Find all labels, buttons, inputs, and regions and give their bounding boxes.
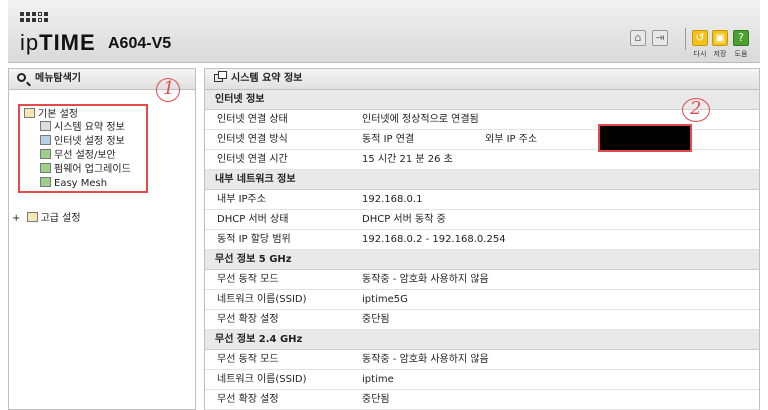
external-ip-label: 외부 IP 주소 [485, 134, 538, 145]
system-summary-header: 시스템 요약 정보 [205, 69, 759, 90]
row-label: 내부 IP주소 [217, 194, 266, 205]
annotation-box-1 [18, 104, 148, 193]
model-name: A604-V5 [108, 35, 172, 52]
table-row: DHCP 서버 상태 DHCP 서버 동작 중 [205, 210, 759, 230]
row-label: DHCP 서버 상태 [217, 214, 289, 225]
help-label: 도움 [734, 50, 748, 58]
toolbar-separator [685, 28, 686, 50]
tree-advanced-settings[interactable]: + 고급 설정 [12, 212, 81, 225]
row-value: iptime [362, 374, 394, 385]
section-wifi-24ghz: 무선 정보 2.4 GHz [205, 330, 759, 350]
table-row: 무선 동작 모드 동작중 - 암호화 사용하지 않음 [205, 270, 759, 290]
save-icon[interactable]: ▣ [712, 30, 728, 46]
brand-logo: ipTIME [20, 30, 96, 55]
table-row: 동적 IP 할당 범위 192.168.0.2 - 192.168.0.254 [205, 230, 759, 250]
row-label: 무선 동작 모드 [217, 274, 279, 285]
row-value: 동작중 - 암호화 사용하지 않음 [362, 354, 489, 365]
row-label: 인터넷 연결 방식 [217, 134, 288, 145]
row-value: 중단됨 [362, 394, 390, 405]
row-value: 15 시간 21 분 26 초 [362, 154, 453, 165]
expand-icon[interactable]: + [12, 213, 20, 224]
annotation-number-1: 1 [163, 78, 175, 99]
row-label: 인터넷 연결 상태 [217, 114, 288, 125]
table-row: 내부 IP주소 192.168.0.1 [205, 190, 759, 210]
row-value: 인터넷에 정상적으로 연결됨 [362, 114, 479, 125]
row-value: 동작중 - 암호화 사용하지 않음 [362, 274, 489, 285]
brand-dots [20, 12, 48, 22]
system-summary-title: 시스템 요약 정보 [231, 73, 303, 84]
row-label: 네트워크 이름(SSID) [217, 374, 307, 385]
row-value: iptime5G [362, 294, 408, 305]
menu-explorer-title: 메뉴탐색기 [35, 73, 81, 84]
logout-icon[interactable]: ⇥ [652, 30, 668, 46]
row-value: DHCP 서버 동작 중 [362, 214, 446, 225]
window-icon [214, 71, 227, 82]
home-icon[interactable]: ⌂ [630, 30, 646, 46]
section-lan: 내부 네트워크 정보 [205, 170, 759, 190]
row-label: 무선 확장 설정 [217, 314, 279, 325]
router-header: ipTIME A604-V5 ⌂ ⇥ ↺ 다시 ▣ 저장 ? 도움 [8, 0, 760, 63]
table-row: 무선 확장 설정 중단됨 [205, 310, 759, 330]
row-label: 동적 IP 할당 범위 [217, 234, 291, 245]
help-icon[interactable]: ? [733, 30, 749, 46]
row-value: 192.168.0.1 [362, 194, 423, 205]
table-row: 무선 확장 설정 중단됨 [205, 390, 759, 410]
row-value: 동적 IP 연결 [362, 134, 415, 145]
row-value: 중단됨 [362, 314, 390, 325]
table-row: 무선 동작 모드 동작중 - 암호화 사용하지 않음 [205, 350, 759, 370]
row-label: 무선 동작 모드 [217, 354, 279, 365]
row-label: 인터넷 연결 시간 [217, 154, 288, 165]
section-internet: 인터넷 정보 [205, 90, 759, 110]
search-icon [17, 73, 26, 82]
refresh-icon[interactable]: ↺ [692, 30, 708, 46]
table-row: 인터넷 연결 시간 15 시간 21 분 26 초 [205, 150, 759, 170]
annotation-number-2: 2 [690, 98, 702, 119]
annotation-box-2 [598, 124, 692, 152]
row-label: 무선 확장 설정 [217, 394, 279, 405]
tree-advanced-label: 고급 설정 [40, 213, 81, 224]
row-label: 네트워크 이름(SSID) [217, 294, 307, 305]
table-row: 네트워크 이름(SSID) iptime [205, 370, 759, 390]
row-value: 192.168.0.2 - 192.168.0.254 [362, 234, 506, 245]
folder-gear-icon [26, 212, 38, 222]
section-wifi-5ghz: 무선 정보 5 GHz [205, 250, 759, 270]
table-row: 네트워크 이름(SSID) iptime5G [205, 290, 759, 310]
